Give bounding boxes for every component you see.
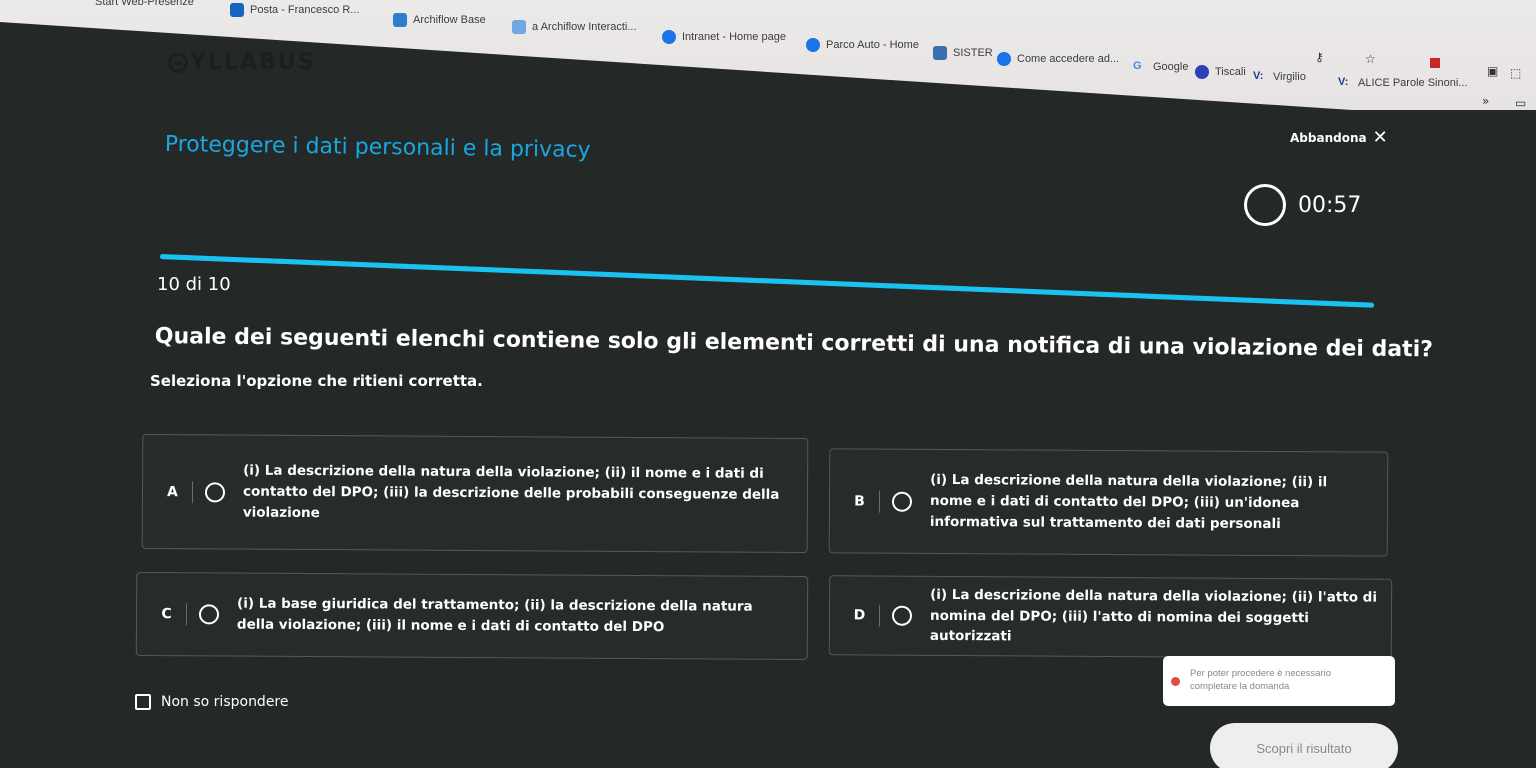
bookmark-item[interactable]: SISTER <box>933 46 993 60</box>
error-icon <box>1171 676 1180 686</box>
question-text: Quale dei seguenti elenchi contiene solo… <box>154 324 1434 363</box>
sister-icon <box>933 46 947 60</box>
bookmark-item[interactable]: Come accedere ad... <box>997 52 1119 66</box>
exit-button[interactable]: Abbandona ✕ <box>1290 129 1388 147</box>
warning-tooltip: Per poter procedere è necessario complet… <box>1163 656 1395 706</box>
more-bookmarks-icon[interactable]: » <box>1482 94 1489 108</box>
tiscali-icon <box>1195 65 1209 79</box>
option-d[interactable]: D (i) La descrizione della natura della … <box>828 575 1393 659</box>
option-letter: A <box>152 480 194 503</box>
bookmark-item[interactable]: V: ALICE Parole Sinoni... <box>1338 76 1467 90</box>
info-icon <box>997 52 1011 66</box>
bookmark-item[interactable]: Start Web-Presenze <box>95 0 194 8</box>
star-icon[interactable]: ☆ <box>1365 52 1376 66</box>
submit-button[interactable]: Scopri il risultato <box>1210 723 1398 768</box>
extension-icon[interactable] <box>1430 58 1440 68</box>
option-text: (i) La base giuridica del trattamento; (… <box>236 595 753 636</box>
archiflow-icon <box>512 20 526 34</box>
bookmark-item[interactable]: Posta - Francesco R... <box>230 3 359 17</box>
option-a[interactable]: A (i) La descrizione della natura della … <box>141 433 809 554</box>
virgilio-icon: V: <box>1253 70 1264 82</box>
timer-value: 00:57 <box>1298 192 1362 218</box>
dont-know-checkbox[interactable]: Non so rispondere <box>135 694 289 710</box>
archiflow-icon <box>393 13 407 27</box>
checkbox-icon[interactable] <box>135 694 151 710</box>
bookmark-item[interactable]: G Google <box>1133 60 1188 74</box>
parco-auto-icon <box>806 38 820 52</box>
option-letter: B <box>839 489 881 513</box>
folder-icon[interactable]: ▭ <box>1515 96 1526 110</box>
option-c[interactable]: C (i) La base giuridica del trattamento;… <box>135 571 809 661</box>
close-icon: ✕ <box>1372 127 1388 148</box>
bookmark-item[interactable]: Parco Auto - Home <box>806 38 919 52</box>
mail-icon <box>230 3 244 17</box>
key-icon[interactable]: ⚷ <box>1315 50 1324 64</box>
intranet-icon <box>662 30 676 44</box>
option-letter: C <box>146 603 188 626</box>
radio-button[interactable] <box>204 481 226 502</box>
radio-button[interactable] <box>891 605 913 626</box>
progress-fill <box>159 254 1375 308</box>
progress-bar <box>159 254 1375 308</box>
bookmark-item[interactable]: Intranet - Home page <box>662 30 786 44</box>
warning-line: Per poter procedere è necessario <box>1190 668 1331 680</box>
bookmark-item[interactable]: a Archiflow Interacti... <box>512 20 637 34</box>
extension-icon[interactable]: ▣ <box>1487 64 1498 78</box>
option-text: (i) La descrizione della natura della vi… <box>242 462 780 522</box>
option-b[interactable]: B (i) La descrizione della natura della … <box>828 448 1389 557</box>
course-title: Proteggere i dati personali e la privacy <box>164 132 591 163</box>
radio-button[interactable] <box>198 604 220 625</box>
question-instruction: Seleziona l'opzione che ritieni corretta… <box>150 372 483 390</box>
logo-s-icon <box>168 52 188 73</box>
bookmark-item[interactable]: V: Virgilio <box>1253 70 1306 84</box>
option-text: (i) La descrizione della natura della vi… <box>929 586 1378 645</box>
timer: 00:57 <box>1244 184 1361 226</box>
question-counter: 10 di 10 <box>157 274 231 295</box>
google-icon: G <box>1133 60 1142 72</box>
share-icon[interactable]: ⬚ <box>1510 66 1521 80</box>
warning-line: completare la domanda <box>1190 681 1290 692</box>
timer-ring-icon <box>1244 184 1286 226</box>
radio-button[interactable] <box>891 491 913 512</box>
virgilio-icon: V: <box>1338 76 1349 88</box>
bookmark-item[interactable]: Tiscali <box>1195 65 1246 79</box>
option-letter: D <box>839 604 881 627</box>
bookmark-item[interactable]: Archiflow Base <box>393 13 486 27</box>
option-text: (i) La descrizione della natura della vi… <box>929 472 1328 533</box>
syllabus-logo: YLLABUS <box>168 50 315 75</box>
